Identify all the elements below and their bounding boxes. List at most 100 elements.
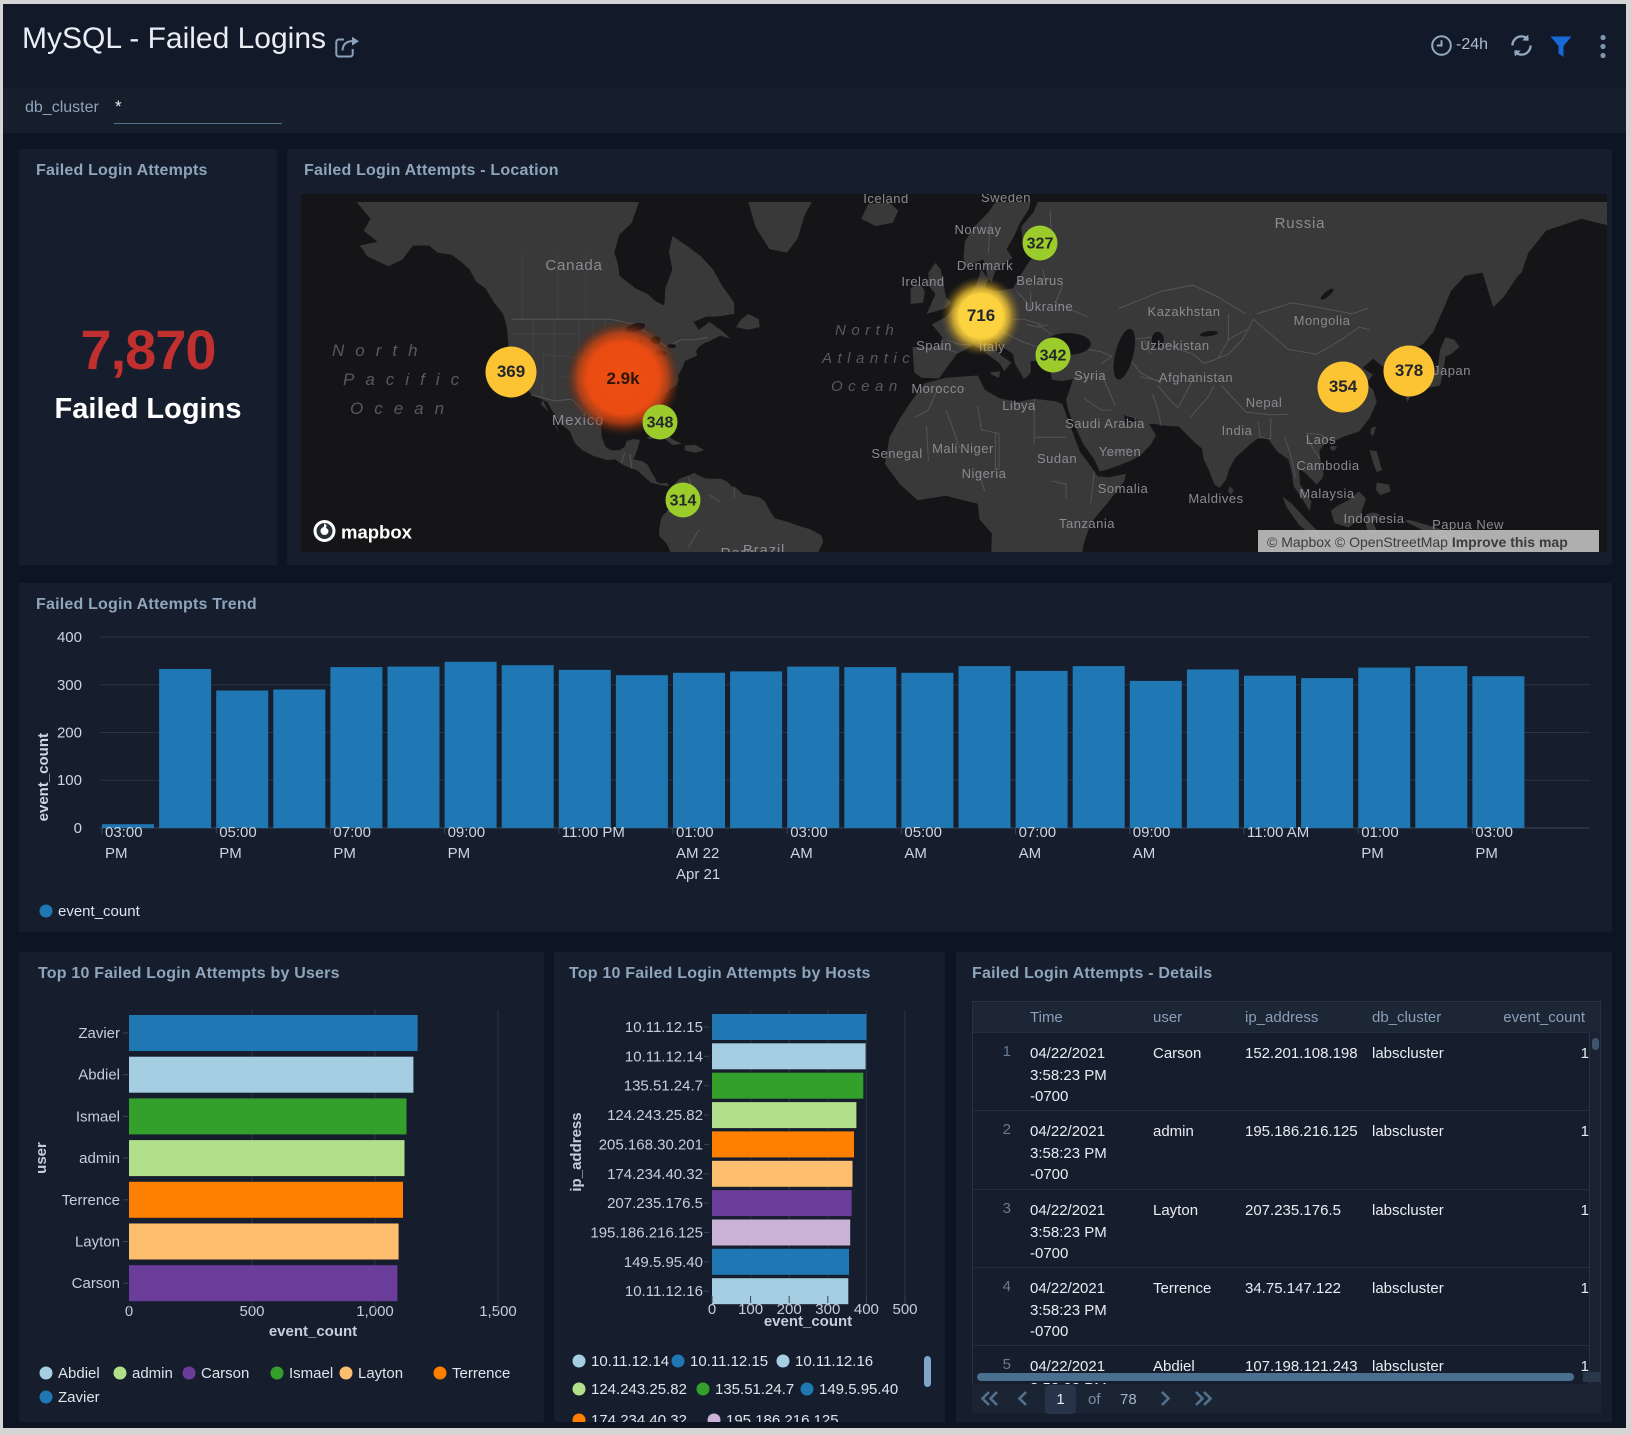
svg-text:Belarus: Belarus xyxy=(1016,273,1064,288)
svg-text:Syria: Syria xyxy=(1074,368,1106,383)
svg-text:314: 314 xyxy=(670,493,697,510)
svg-text:01:00: 01:00 xyxy=(676,824,714,841)
svg-text:Denmark: Denmark xyxy=(957,258,1013,273)
svg-text:North: North xyxy=(332,341,429,360)
svg-text:09:00: 09:00 xyxy=(448,824,486,841)
svg-text:0: 0 xyxy=(74,820,82,837)
svg-text:07:00: 07:00 xyxy=(333,824,371,841)
svg-text:Laos: Laos xyxy=(1306,432,1336,447)
svg-text:149.5.95.40: 149.5.95.40 xyxy=(624,1254,703,1271)
svg-text:100: 100 xyxy=(738,1301,763,1318)
svg-text:Terrence: Terrence xyxy=(452,1365,510,1382)
svg-text:Sudan: Sudan xyxy=(1037,451,1077,466)
svg-text:Nepal: Nepal xyxy=(1246,395,1282,410)
svg-text:195.186.216.125: 195.186.216.125 xyxy=(726,1412,839,1422)
svg-text:Japan: Japan xyxy=(1433,363,1471,378)
svg-text:Ocean: Ocean xyxy=(831,378,903,395)
svg-text:Iceland: Iceland xyxy=(863,194,908,206)
svg-text:207.235.176.5: 207.235.176.5 xyxy=(607,1195,703,1212)
svg-text:05:00: 05:00 xyxy=(219,824,257,841)
svg-text:Carson: Carson xyxy=(72,1275,120,1292)
svg-text:Niger: Niger xyxy=(960,441,994,456)
svg-text:ip_address: ip_address xyxy=(568,1112,585,1191)
svg-text:North: North xyxy=(835,322,899,339)
svg-text:AM: AM xyxy=(1019,845,1042,862)
svg-text:400: 400 xyxy=(57,629,82,646)
svg-text:Ireland: Ireland xyxy=(901,274,944,289)
svg-text:Papua New: Papua New xyxy=(1432,517,1504,532)
svg-text:10.11.12.15: 10.11.12.15 xyxy=(625,1019,703,1036)
svg-text:327: 327 xyxy=(1027,236,1054,253)
svg-text:© Mapbox © OpenStreetMap Impro: © Mapbox © OpenStreetMap Improve this ma… xyxy=(1267,534,1568,550)
svg-text:Ismael: Ismael xyxy=(76,1108,120,1125)
svg-text:mapbox: mapbox xyxy=(341,522,413,543)
svg-text:Nigeria: Nigeria xyxy=(962,466,1007,481)
svg-text:174.234.40.32: 174.234.40.32 xyxy=(607,1166,703,1183)
svg-text:342: 342 xyxy=(1040,348,1067,365)
svg-text:100: 100 xyxy=(57,772,82,789)
svg-text:admin: admin xyxy=(79,1150,120,1167)
svg-text:Malaysia: Malaysia xyxy=(1299,486,1355,501)
svg-text:Maldives: Maldives xyxy=(1188,491,1243,506)
svg-text:Indonesia: Indonesia xyxy=(1344,511,1405,526)
svg-text:03:00: 03:00 xyxy=(105,824,143,841)
svg-text:03:00: 03:00 xyxy=(1475,824,1513,841)
svg-text:PM: PM xyxy=(1475,845,1498,862)
svg-text:Canada: Canada xyxy=(545,257,602,274)
svg-text:11:00 PM: 11:00 PM xyxy=(562,824,625,841)
svg-text:Norway: Norway xyxy=(954,222,1001,237)
svg-text:Kazakhstan: Kazakhstan xyxy=(1148,304,1221,319)
svg-text:10.11.12.14: 10.11.12.14 xyxy=(591,1353,669,1370)
svg-text:10.11.12.16: 10.11.12.16 xyxy=(795,1353,873,1370)
svg-text:Spain: Spain xyxy=(916,338,952,353)
svg-text:PM: PM xyxy=(219,845,242,862)
svg-text:124.243.25.82: 124.243.25.82 xyxy=(591,1381,687,1398)
svg-text:348: 348 xyxy=(647,415,674,432)
svg-text:05:00: 05:00 xyxy=(904,824,942,841)
svg-text:AM: AM xyxy=(904,845,927,862)
svg-text:0: 0 xyxy=(708,1301,716,1318)
svg-text:Morocco: Morocco xyxy=(911,381,964,396)
svg-text:Terrence: Terrence xyxy=(62,1192,120,1209)
svg-text:Tanzania: Tanzania xyxy=(1059,516,1115,531)
svg-text:378: 378 xyxy=(1395,361,1423,380)
svg-text:Atlantic: Atlantic xyxy=(821,350,915,367)
svg-text:event_count: event_count xyxy=(35,733,52,821)
svg-text:Afghanistan: Afghanistan xyxy=(1159,370,1233,385)
svg-text:200: 200 xyxy=(57,725,82,742)
svg-text:205.168.30.201: 205.168.30.201 xyxy=(599,1136,703,1153)
svg-text:Pacific: Pacific xyxy=(343,370,470,389)
svg-text:PM: PM xyxy=(1361,845,1384,862)
svg-text:AM: AM xyxy=(1133,845,1156,862)
svg-text:Saudi Arabia: Saudi Arabia xyxy=(1065,416,1145,431)
svg-text:Zavier: Zavier xyxy=(78,1025,120,1042)
svg-text:2.9k: 2.9k xyxy=(606,369,640,388)
svg-text:174.234.40.32: 174.234.40.32 xyxy=(591,1412,687,1422)
svg-text:Abdiel: Abdiel xyxy=(58,1365,100,1382)
svg-text:354: 354 xyxy=(1329,377,1358,396)
svg-text:event_count: event_count xyxy=(764,1313,852,1330)
svg-text:Mongolia: Mongolia xyxy=(1294,313,1351,328)
svg-text:Uzbekistan: Uzbekistan xyxy=(1140,338,1209,353)
svg-text:Sweden: Sweden xyxy=(981,194,1031,205)
svg-text:369: 369 xyxy=(497,362,525,381)
svg-text:Somalia: Somalia xyxy=(1098,481,1149,496)
svg-text:AM 22: AM 22 xyxy=(676,845,719,862)
svg-text:500: 500 xyxy=(892,1301,917,1318)
svg-text:India: India xyxy=(1222,423,1253,438)
svg-text:Libya: Libya xyxy=(1002,398,1036,413)
svg-text:01:00: 01:00 xyxy=(1361,824,1399,841)
svg-text:PM: PM xyxy=(333,845,356,862)
svg-text:10.11.12.14: 10.11.12.14 xyxy=(625,1048,703,1065)
svg-text:03:00: 03:00 xyxy=(790,824,828,841)
svg-text:PM: PM xyxy=(105,845,128,862)
svg-text:Peru: Peru xyxy=(721,545,756,552)
svg-text:135.51.24.7: 135.51.24.7 xyxy=(715,1381,794,1398)
svg-text:Zavier: Zavier xyxy=(58,1389,100,1406)
svg-text:300: 300 xyxy=(57,677,82,694)
svg-text:10.11.12.15: 10.11.12.15 xyxy=(690,1353,768,1370)
svg-text:user: user xyxy=(33,1142,50,1174)
svg-text:PM: PM xyxy=(448,845,471,862)
svg-text:event_count: event_count xyxy=(269,1323,357,1340)
svg-text:AM: AM xyxy=(790,845,813,862)
